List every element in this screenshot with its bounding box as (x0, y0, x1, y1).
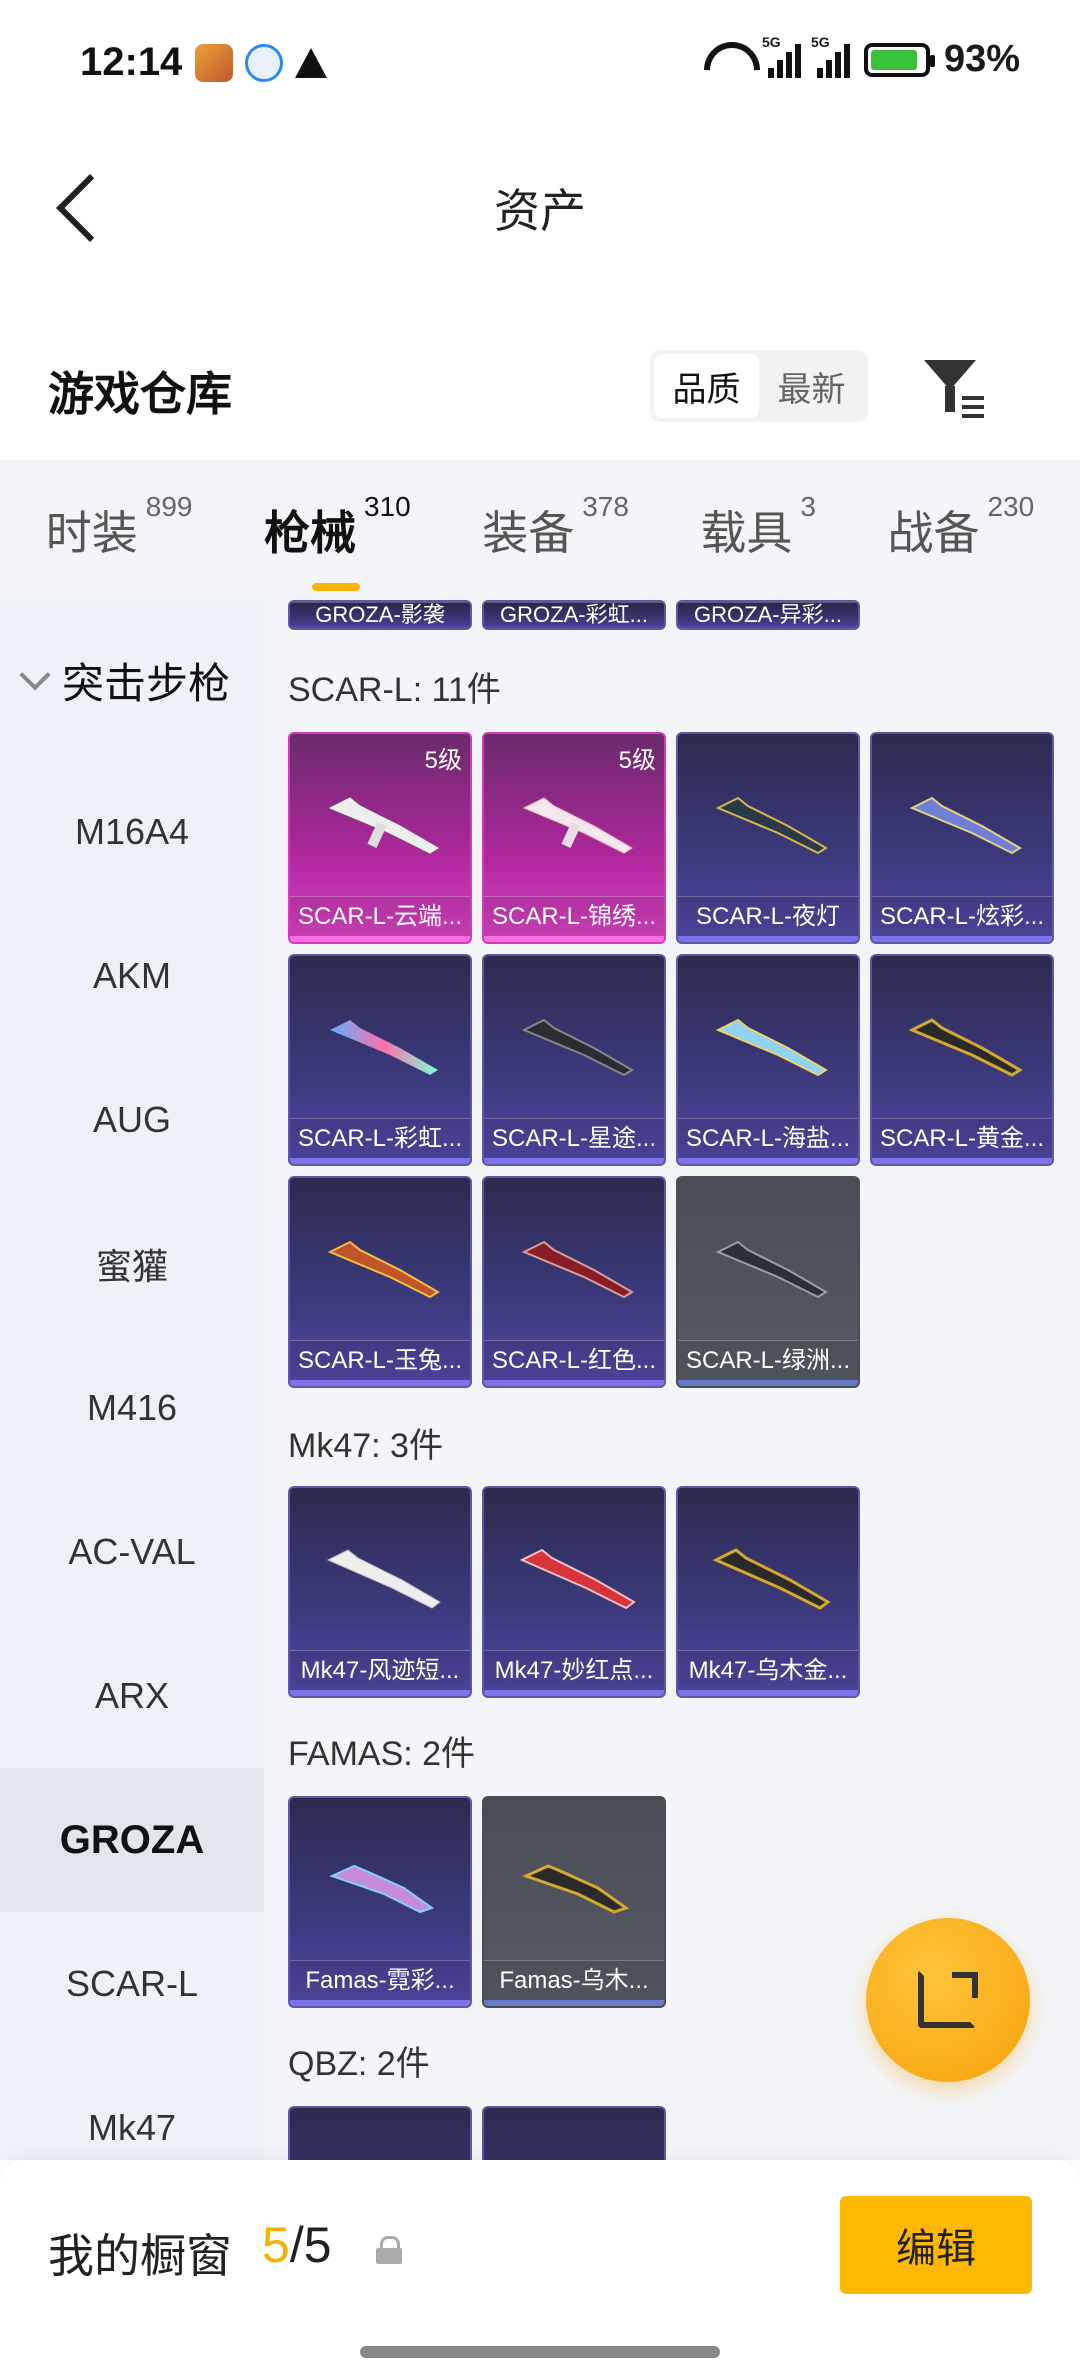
wifi-icon (702, 42, 752, 78)
rifle-icon (514, 1222, 644, 1312)
rifle-icon (320, 1222, 450, 1312)
section-title-famas: FAMAS: 2件 (288, 1735, 476, 1773)
tab-equipment[interactable]: 装备 378 (482, 491, 629, 563)
home-indicator[interactable] (360, 2346, 720, 2358)
weapon-card[interactable]: GROZA-影袭 (288, 600, 472, 630)
weapon-card[interactable]: SCAR-L-夜灯 (676, 732, 860, 944)
rifle-icon (320, 1000, 450, 1090)
sidebar-group-assault-rifles[interactable]: 突击步枪 (0, 600, 264, 760)
weapon-card[interactable]: Famas-霓彩... (288, 1796, 472, 2008)
signal-icon-2: 5G (811, 34, 850, 78)
sidebar-group-label: 突击步枪 (62, 659, 231, 707)
weapon-card[interactable]: SCAR-L-海盐... (676, 954, 860, 1166)
status-notification-icons (195, 44, 327, 82)
weapon-sidebar: 突击步枪 M16A4 AKM AUG 蜜獾 M416 AC-VAL ARX GR… (0, 600, 264, 2160)
warning-icon (295, 48, 327, 78)
browser-app-icon (245, 44, 283, 82)
game-app-icon (195, 44, 233, 82)
weapon-card[interactable]: SCAR-L-炫彩... (870, 732, 1054, 944)
weapon-card[interactable]: GROZA-异彩... (676, 600, 860, 630)
weapon-card[interactable]: Mk47-妙红点... (482, 1486, 666, 1698)
weapon-card[interactable]: Mk47-风迹短... (288, 1486, 472, 1698)
rifle-icon (708, 1532, 838, 1622)
weapon-card[interactable]: Famas-乌木... (482, 1796, 666, 2008)
weapon-level: 5级 (424, 747, 462, 774)
rifle-icon (320, 1842, 450, 1932)
warehouse-title: 游戏仓库 (48, 368, 232, 420)
edit-button[interactable]: 编辑 (840, 2196, 1032, 2294)
showcase-label: 我的橱窗 (48, 2230, 232, 2282)
rifle-icon (514, 1842, 644, 1932)
tab-supplies[interactable]: 战备 230 (887, 491, 1034, 563)
weapon-card[interactable]: SCAR-L-玉兔... (288, 1176, 472, 1388)
rifle-icon (708, 1000, 838, 1090)
section-title-scar-l: SCAR-L: 11件 (288, 671, 501, 709)
sidebar-item-groza[interactable]: GROZA (0, 1768, 264, 1912)
section-title-mk47: Mk47: 3件 (288, 1427, 443, 1465)
chevron-down-icon (19, 659, 51, 691)
lock-icon[interactable] (376, 2236, 402, 2264)
sort-toggle: 品质 最新 (650, 350, 868, 422)
rifle-icon (902, 1000, 1032, 1090)
status-indicators: 5G 5G 93% (702, 34, 1020, 81)
share-button[interactable] (866, 1918, 1030, 2082)
app-header: 资产 (0, 130, 1080, 280)
category-tabs: 时装 899 枪械 310 装备 378 载具 3 战备 230 (0, 460, 1080, 600)
sort-quality-button[interactable]: 品质 (654, 354, 759, 418)
sidebar-item-mk47[interactable]: Mk47 (0, 2056, 264, 2160)
sidebar-item-akm[interactable]: AKM (0, 904, 264, 1048)
rifle-icon (708, 778, 838, 868)
tab-fashion[interactable]: 时装 899 (46, 491, 193, 563)
sidebar-item-arx[interactable]: ARX (0, 1624, 264, 1768)
showcase-count: 5/5 (262, 2217, 332, 2273)
status-time: 12:14 (80, 40, 183, 84)
weapon-card[interactable]: SCAR-L-红色... (482, 1176, 666, 1388)
showcase-bar: 我的橱窗 5/5 编辑 (0, 2160, 1080, 2376)
sidebar-item-ac-val[interactable]: AC-VAL (0, 1480, 264, 1624)
sidebar-item-m416[interactable]: M416 (0, 1336, 264, 1480)
weapon-card[interactable]: SCAR-L-星途... (482, 954, 666, 1166)
weapon-card[interactable]: SCAR-L-黄金... (870, 954, 1054, 1166)
sidebar-item-honey-badger[interactable]: 蜜獾 (0, 1192, 264, 1336)
status-bar: 12:14 5G 5G 93% (0, 0, 1080, 130)
weapon-level: 5级 (618, 747, 656, 774)
weapon-card[interactable]: GROZA-彩虹... (482, 600, 666, 630)
rifle-icon (514, 1000, 644, 1090)
warehouse-header: 游戏仓库 品质 最新 (0, 330, 1080, 460)
section-title-qbz: QBZ: 2件 (288, 2045, 430, 2083)
filter-icon[interactable] (918, 352, 988, 422)
sidebar-item-scar-l[interactable]: SCAR-L (0, 1912, 264, 2056)
sidebar-item-m16a4[interactable]: M16A4 (0, 760, 264, 904)
page-title: 资产 (494, 185, 586, 237)
battery-icon (863, 42, 935, 77)
rifle-icon (514, 1532, 644, 1622)
sidebar-item-aug[interactable]: AUG (0, 1048, 264, 1192)
weapon-card[interactable] (482, 2106, 666, 2160)
weapon-card[interactable]: Mk47-乌木金... (676, 1486, 860, 1698)
weapon-card[interactable]: 5级 SCAR-L-云端... (288, 732, 472, 944)
battery-percent: 93% (943, 38, 1020, 80)
weapon-card[interactable]: SCAR-L-绿洲... (676, 1176, 860, 1388)
tab-vehicles[interactable]: 载具 3 (700, 491, 816, 563)
rifle-icon (902, 778, 1032, 868)
weapon-card[interactable]: SCAR-L-彩虹... (288, 954, 472, 1166)
weapon-card[interactable]: 5级 SCAR-L-锦绣... (482, 732, 666, 944)
rifle-icon (320, 1532, 450, 1622)
rifle-icon (708, 1222, 838, 1312)
weapon-card[interactable] (288, 2106, 472, 2160)
tab-firearms[interactable]: 枪械 310 (264, 491, 411, 591)
rifle-icon (514, 778, 644, 868)
sort-newest-button[interactable]: 最新 (759, 354, 864, 418)
signal-icon: 5G (762, 34, 801, 78)
rifle-icon (320, 778, 450, 868)
